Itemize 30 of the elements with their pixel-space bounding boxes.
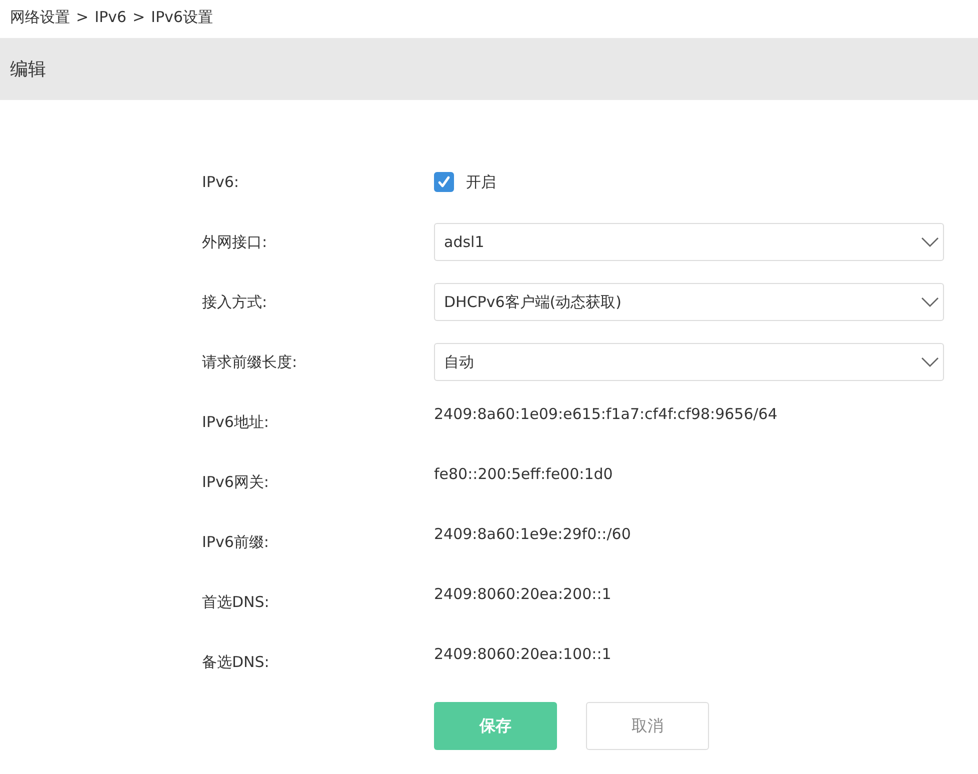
field-label: 首选DNS: (202, 592, 270, 612)
field-value: 2409:8a60:1e9e:29f0::/60 (434, 525, 632, 543)
checkbox[interactable] (434, 172, 454, 192)
checkmark-icon (437, 175, 451, 189)
field-label: 请求前缀长度: (202, 352, 298, 372)
field-label: 接入方式: (202, 292, 268, 312)
breadcrumb-separator: > (76, 8, 89, 26)
breadcrumb-item[interactable]: 网络设置 (10, 8, 70, 26)
field-value: 2409:8060:20ea:100::1 (434, 645, 612, 663)
breadcrumb-item: IPv6设置 (151, 8, 213, 26)
field-value: fe80::200:5eff:fe00:1d0 (434, 465, 614, 483)
field-label: IPv6地址: (202, 412, 270, 432)
caret-icon (921, 357, 939, 367)
checkbox-label[interactable]: 开启 (466, 172, 496, 192)
field-label: IPv6: (202, 173, 240, 191)
field-value: 2409:8060:20ea:200::1 (434, 585, 612, 603)
caret-icon (921, 297, 939, 307)
caret-icon (921, 237, 939, 247)
section-title: 编辑 (10, 58, 46, 81)
field-label: 备选DNS: (202, 652, 270, 672)
breadcrumb-item[interactable]: IPv6 (94, 8, 126, 26)
field-value: 2409:8a60:1e09:e615:f1a7:cf4f:cf98:9656/64 (434, 405, 778, 423)
dropdown[interactable]: 自动 (434, 343, 944, 381)
field-label: IPv6前缀: (202, 532, 270, 552)
dropdown[interactable]: adsl1 (434, 223, 944, 261)
field-label: 外网接口: (202, 232, 268, 252)
cancel-button[interactable]: 取消 (586, 702, 709, 750)
field-label: IPv6网关: (202, 472, 270, 492)
breadcrumb-separator: > (132, 8, 146, 26)
dropdown[interactable]: DHCPv6客户端(动态获取) (434, 283, 944, 321)
